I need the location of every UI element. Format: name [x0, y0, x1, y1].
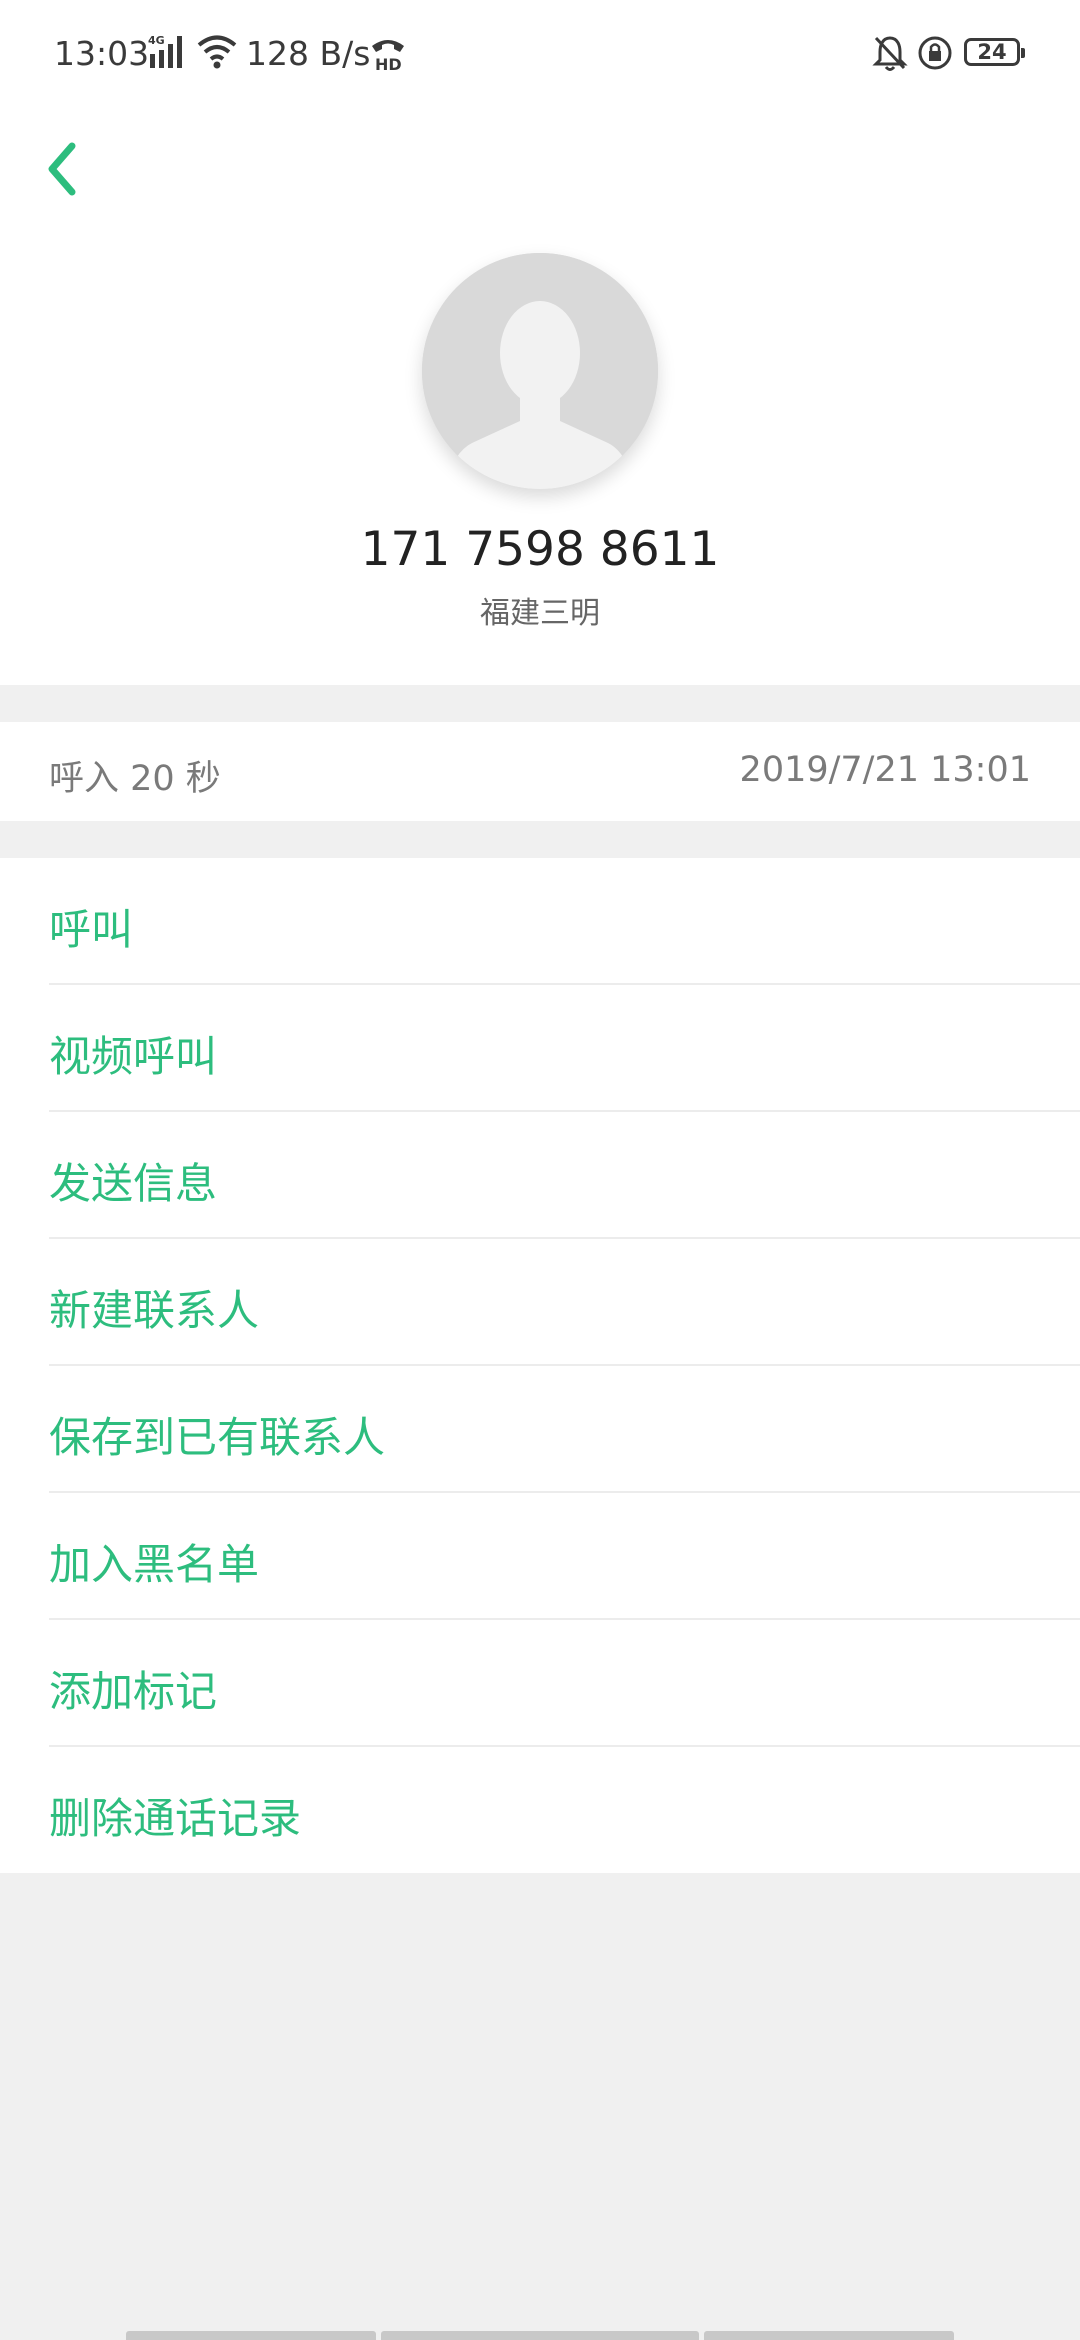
call-type-duration: 呼入 20 秒: [49, 759, 221, 799]
status-time: 13:03: [54, 34, 150, 73]
action-label: 添加标记: [49, 1667, 218, 1716]
nav-back-key[interactable]: [704, 2331, 954, 2340]
send-message-action[interactable]: 发送信息: [0, 1112, 1080, 1239]
status-bar: 13:03 4G 128 B/s HD 24: [0, 0, 1080, 110]
avatar: [422, 253, 658, 489]
network-speed: 128 B/s: [246, 34, 371, 73]
call-record-row: 呼入 20 秒 2019/7/21 13:01: [0, 722, 1080, 821]
add-to-blacklist-action[interactable]: 加入黑名单: [0, 1493, 1080, 1620]
mute-bell-icon: [872, 36, 908, 71]
action-label: 保存到已有联系人: [49, 1413, 386, 1462]
rotation-lock-icon: [918, 36, 952, 70]
actions-list: 呼叫 视频呼叫 发送信息 新建联系人 保存到已有联系人 加入黑名单 添加标记 删…: [0, 858, 1080, 1873]
wifi-icon: [197, 35, 237, 69]
delete-call-log-action[interactable]: 删除通话记录: [0, 1747, 1080, 1874]
action-label: 发送信息: [49, 1159, 218, 1208]
new-contact-action[interactable]: 新建联系人: [0, 1239, 1080, 1366]
action-label: 视频呼叫: [49, 1032, 218, 1081]
back-arrow-icon[interactable]: [38, 128, 88, 198]
video-call-action[interactable]: 视频呼叫: [0, 985, 1080, 1112]
nav-menu-key[interactable]: [126, 2331, 376, 2340]
signal-icon: 4G: [148, 34, 182, 68]
action-label: 新建联系人: [49, 1286, 260, 1335]
navigation-bar: [0, 2325, 1080, 2340]
call-datetime: 2019/7/21 13:01: [739, 750, 1031, 790]
hd-call-icon: HD: [372, 40, 404, 72]
nav-home-key[interactable]: [381, 2331, 699, 2340]
contact-header: 171 7598 8611 福建三明: [0, 110, 1080, 685]
phone-number: 171 7598 8611: [360, 522, 720, 577]
call-action[interactable]: 呼叫: [0, 858, 1080, 985]
save-to-existing-contact-action[interactable]: 保存到已有联系人: [0, 1366, 1080, 1493]
add-tag-action[interactable]: 添加标记: [0, 1620, 1080, 1747]
svg-text:HD: HD: [375, 55, 402, 72]
default-avatar-icon: [422, 253, 658, 489]
battery-icon: 24: [964, 38, 1025, 66]
action-label: 加入黑名单: [49, 1540, 260, 1589]
action-label: 呼叫: [49, 905, 134, 954]
phone-location: 福建三明: [480, 596, 600, 631]
svg-text:4G: 4G: [148, 34, 165, 47]
action-label: 删除通话记录: [49, 1794, 302, 1843]
